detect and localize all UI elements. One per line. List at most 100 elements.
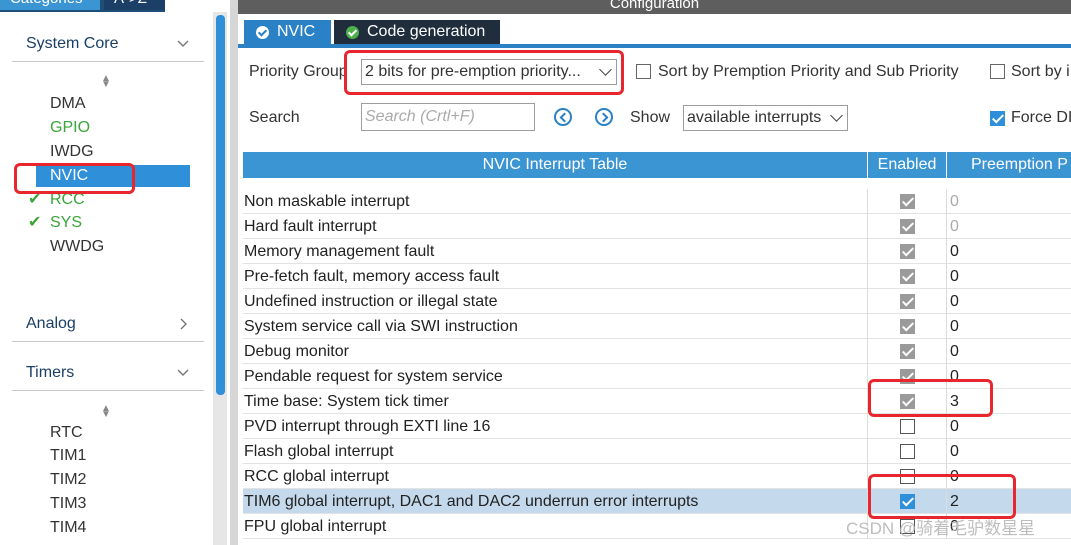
- enabled-cell: [868, 314, 947, 339]
- enabled-cell: [868, 214, 947, 239]
- timer-item-tim4[interactable]: TIM4: [50, 517, 86, 539]
- col-header-name[interactable]: NVIC Interrupt Table: [243, 152, 868, 178]
- col-header-enabled[interactable]: Enabled: [868, 152, 947, 178]
- timer-item-tim1[interactable]: TIM1: [50, 445, 86, 467]
- preemption-priority[interactable]: 0: [947, 314, 1071, 339]
- sort-premption-checkbox[interactable]: [636, 64, 651, 79]
- enabled-checkbox[interactable]: [900, 444, 915, 459]
- sort-by-checkbox[interactable]: [990, 64, 1005, 79]
- section-analog[interactable]: Analog: [12, 306, 204, 342]
- table-row[interactable]: Hard fault interrupt 0: [243, 214, 1071, 239]
- interrupt-name: Memory management fault: [243, 239, 868, 264]
- enabled-checkbox[interactable]: [900, 294, 915, 309]
- enabled-checkbox[interactable]: [900, 219, 915, 234]
- preemption-priority[interactable]: 0: [947, 414, 1071, 439]
- enabled-checkbox[interactable]: [900, 394, 915, 409]
- config-tabbar: NVIC Code generation: [238, 14, 1071, 48]
- tab-nvic[interactable]: NVIC: [244, 20, 331, 44]
- force-checkbox[interactable]: [990, 111, 1005, 126]
- preemption-priority[interactable]: 0: [947, 264, 1071, 289]
- interrupt-name: PVD interrupt through EXTI line 16: [243, 414, 868, 439]
- peripheral-item-nvic[interactable]: NVIC: [36, 165, 190, 187]
- table-row[interactable]: Memory management fault 0: [243, 239, 1071, 264]
- enabled-cell: [868, 364, 947, 389]
- preemption-priority[interactable]: 0: [947, 339, 1071, 364]
- tab-label: NVIC: [277, 23, 316, 40]
- enabled-checkbox[interactable]: [900, 369, 915, 384]
- peripheral-item-dma[interactable]: DMA: [50, 93, 86, 115]
- panel-divider[interactable]: [230, 0, 238, 545]
- table-row[interactable]: PVD interrupt through EXTI line 16 0: [243, 414, 1071, 439]
- tab-code-generation[interactable]: Code generation: [334, 20, 500, 44]
- preemption-priority[interactable]: 0: [947, 289, 1071, 314]
- force-label: Force DI: [1011, 109, 1071, 126]
- enabled-cell: [868, 439, 947, 464]
- show-select[interactable]: available interrupts: [683, 105, 848, 131]
- priority-group-select[interactable]: 2 bits for pre-emption priority...: [361, 59, 617, 85]
- sort-icon[interactable]: ▲ ▼: [100, 404, 112, 420]
- sort-premption-label: Sort by Premption Priority and Sub Prior…: [658, 63, 959, 80]
- preemption-priority[interactable]: 2: [947, 489, 1071, 514]
- chevron-down-icon: [599, 63, 612, 76]
- preemption-priority[interactable]: 0: [947, 439, 1071, 464]
- peripheral-item-wwdg[interactable]: WWDG: [50, 236, 104, 258]
- col-header-preemption[interactable]: Preemption P: [947, 152, 1071, 178]
- sort-icon[interactable]: ▲ ▼: [100, 74, 112, 90]
- table-row[interactable]: Pre-fetch fault, memory access fault 0: [243, 264, 1071, 289]
- table-row[interactable]: Flash global interrupt 0: [243, 439, 1071, 464]
- preemption-priority[interactable]: 0: [947, 239, 1071, 264]
- enabled-checkbox[interactable]: [900, 344, 915, 359]
- table-row[interactable]: Pendable request for system service 0: [243, 364, 1071, 389]
- interrupt-name: Pre-fetch fault, memory access fault: [243, 264, 868, 289]
- checkmark-icon: ✔: [28, 191, 42, 208]
- enabled-checkbox[interactable]: [900, 269, 915, 284]
- table-row[interactable]: System service call via SWI instruction 0: [243, 314, 1071, 339]
- section-timers[interactable]: Timers: [12, 355, 204, 391]
- table-row[interactable]: Debug monitor 0: [243, 339, 1071, 364]
- peripheral-item-sys[interactable]: SYS: [50, 212, 82, 234]
- preemption-priority[interactable]: 0: [947, 214, 1071, 239]
- check-circle-icon: [256, 25, 269, 39]
- table-row[interactable]: RCC global interrupt 0: [243, 464, 1071, 489]
- section-system-core[interactable]: System Core: [12, 26, 204, 62]
- search-input[interactable]: Search (Crtl+F): [361, 103, 535, 131]
- configuration-header: Configuration: [238, 0, 1071, 14]
- peripheral-item-iwdg[interactable]: IWDG: [50, 141, 94, 163]
- preemption-priority[interactable]: 0: [947, 364, 1071, 389]
- preemption-priority[interactable]: 3: [947, 389, 1071, 414]
- interrupt-name: Non maskable interrupt: [243, 189, 868, 214]
- section-title: System Core: [26, 34, 119, 52]
- table-row[interactable]: Undefined instruction or illegal state 0: [243, 289, 1071, 314]
- preemption-priority[interactable]: 0: [947, 189, 1071, 214]
- next-icon[interactable]: [595, 108, 613, 126]
- enabled-checkbox[interactable]: [900, 194, 915, 209]
- tab-a-to-z[interactable]: A->Z: [104, 0, 165, 10]
- interrupt-name: Flash global interrupt: [243, 439, 868, 464]
- interrupt-name: Pendable request for system service: [243, 364, 868, 389]
- enabled-cell: [868, 414, 947, 439]
- sort-by-label: Sort by i: [1011, 63, 1070, 80]
- tab-categories[interactable]: Categories: [0, 0, 100, 10]
- enabled-checkbox[interactable]: [900, 244, 915, 259]
- preemption-priority[interactable]: 0: [947, 464, 1071, 489]
- enabled-checkbox[interactable]: [900, 319, 915, 334]
- enabled-cell: [868, 264, 947, 289]
- table-row[interactable]: Non maskable interrupt 0: [243, 189, 1071, 214]
- table-row[interactable]: Time base: System tick timer 3: [243, 389, 1071, 414]
- section-title: Timers: [26, 363, 75, 381]
- timer-item-tim3[interactable]: TIM3: [50, 493, 86, 515]
- enabled-cell: [868, 389, 947, 414]
- left-scrollbar-thumb[interactable]: [216, 15, 225, 395]
- enabled-checkbox[interactable]: [900, 469, 915, 484]
- previous-icon[interactable]: [554, 108, 572, 126]
- enabled-cell: [868, 489, 947, 514]
- timer-item-tim2[interactable]: TIM2: [50, 469, 86, 491]
- enabled-checkbox[interactable]: [900, 494, 915, 509]
- enabled-checkbox[interactable]: [900, 419, 915, 434]
- peripheral-item-gpio[interactable]: GPIO: [50, 117, 90, 139]
- peripheral-item-rcc[interactable]: RCC: [50, 189, 85, 211]
- table-row[interactable]: TIM6 global interrupt, DAC1 and DAC2 und…: [243, 489, 1071, 514]
- timer-item-rtc[interactable]: RTC: [50, 422, 83, 444]
- enabled-cell: [868, 464, 947, 489]
- show-label: Show: [630, 109, 671, 126]
